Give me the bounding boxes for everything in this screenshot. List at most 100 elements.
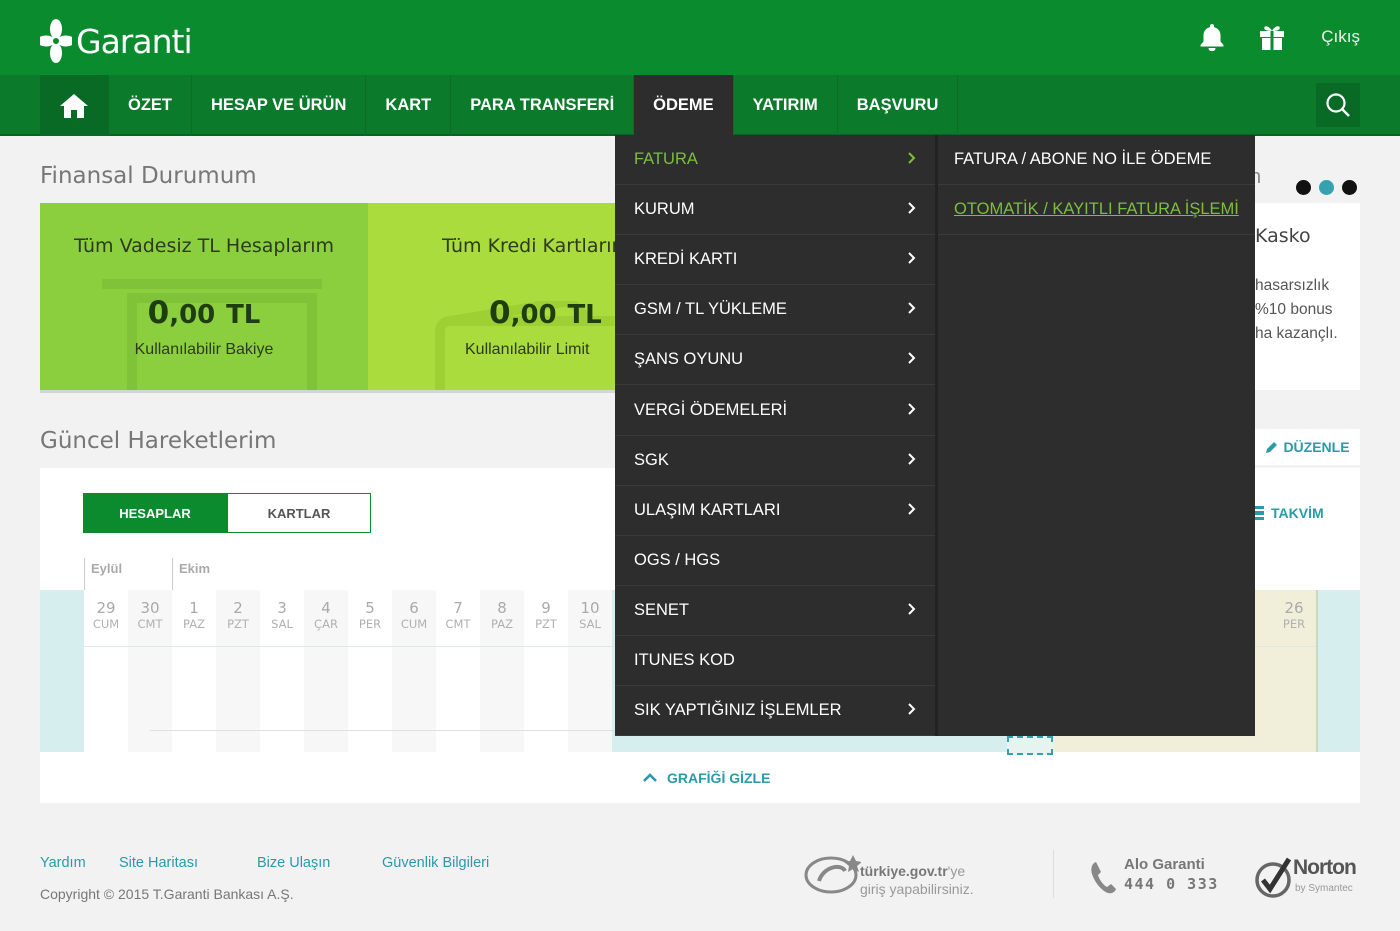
chevron-right-icon bbox=[908, 603, 916, 615]
footer-link-security[interactable]: Güvenlik Bilgileri bbox=[382, 855, 489, 871]
today-marker bbox=[1007, 736, 1053, 755]
tab-hesaplar[interactable]: HESAPLAR bbox=[83, 493, 227, 533]
norton-badge[interactable]: Norton by Symantec bbox=[1255, 856, 1359, 900]
card-subtitle: Kullanılabilir Limit bbox=[465, 341, 590, 358]
carousel-dot[interactable] bbox=[1296, 180, 1311, 195]
dropdown-item[interactable]: OGS / HGS bbox=[615, 536, 935, 586]
search-button[interactable] bbox=[1316, 83, 1360, 127]
edit-button[interactable]: DÜZENLE bbox=[1255, 429, 1360, 465]
nav-ozet[interactable]: ÖZET bbox=[109, 75, 192, 136]
calendar-day[interactable]: 26 PER bbox=[1272, 590, 1316, 646]
calendar-day[interactable]: 8 PAZ bbox=[480, 590, 524, 646]
calendar-day[interactable]: 3 SAL bbox=[260, 590, 304, 646]
dropdown-item[interactable]: VERGİ ÖDEMELERİ bbox=[615, 386, 935, 436]
credit-cards-card[interactable]: Tüm Kredi Kartlarım 0,00 TL Kullanılabil… bbox=[368, 203, 618, 390]
hide-chart-toggle[interactable]: GRAFİĞİ GİZLE bbox=[643, 770, 770, 786]
calendar-day[interactable]: 30 CMT bbox=[128, 590, 172, 646]
nav-home[interactable] bbox=[40, 75, 109, 136]
day-name: PZT bbox=[535, 617, 557, 631]
dropdown-item[interactable]: ITUNES KOD bbox=[615, 636, 935, 686]
nav-basvuru[interactable]: BAŞVURU bbox=[838, 75, 959, 136]
calendar-day[interactable]: 2 PZT bbox=[216, 590, 260, 646]
dropdown-item[interactable]: SENET bbox=[615, 586, 935, 636]
dropdown-item-label: SIK YAPTIĞINIZ İŞLEMLER bbox=[634, 701, 842, 720]
day-number: 7 bbox=[453, 599, 463, 617]
tab-kartlar[interactable]: KARTLAR bbox=[227, 493, 371, 533]
dropdown-item[interactable]: KURUM bbox=[615, 185, 935, 236]
nav-odeme[interactable]: ÖDEME bbox=[634, 75, 734, 136]
promo-line: %10 bonus bbox=[1255, 301, 1333, 318]
day-name: CUM bbox=[400, 617, 428, 631]
norton-check-icon bbox=[1255, 857, 1292, 898]
dropdown-item[interactable]: SIK YAPTIĞINIZ İŞLEMLER bbox=[615, 686, 935, 737]
day-name: PER bbox=[358, 617, 382, 631]
balance-amount: 0,00 TL bbox=[147, 295, 261, 331]
calendar-day[interactable]: 7 CMT bbox=[436, 590, 480, 646]
day-number: 5 bbox=[365, 599, 375, 617]
submenu-otomatik-fatura[interactable]: OTOMATİK / KAYITLI FATURA İŞLEMİ bbox=[938, 185, 1255, 235]
calendar-day[interactable]: 10 SAL bbox=[568, 590, 612, 646]
footer-link-sitemap[interactable]: Site Haritası bbox=[119, 855, 198, 871]
day-number: 1 bbox=[189, 599, 199, 617]
calendar-day[interactable]: 6 CUM bbox=[392, 590, 436, 646]
dropdown-item[interactable]: GSM / TL YÜKLEME bbox=[615, 285, 935, 336]
carousel-dot-active[interactable] bbox=[1319, 180, 1334, 195]
day-number: 29 bbox=[96, 599, 116, 617]
footer-divider bbox=[1053, 850, 1054, 898]
dropdown-item-label: ITUNES KOD bbox=[634, 651, 735, 669]
day-name: CMT bbox=[445, 617, 471, 631]
day-number: 3 bbox=[277, 599, 287, 617]
promo-title: Kasko bbox=[1255, 225, 1311, 247]
payment-submenu: FATURA / ABONE NO İLE ÖDEME OTOMATİK / K… bbox=[935, 135, 1255, 736]
payment-dropdown: FATURA KURUM KREDİ KARTI GSM / TL YÜKLEME ŞA… bbox=[615, 135, 935, 737]
day-name: CUM bbox=[92, 617, 120, 631]
top-bar: Garanti Çıkış bbox=[0, 0, 1400, 75]
garanti-logo[interactable]: Garanti bbox=[37, 18, 193, 64]
dropdown-item[interactable]: ŞANS OYUNU bbox=[615, 335, 935, 386]
footer-link-contact[interactable]: Bize Ulaşın bbox=[257, 855, 330, 871]
vadesiz-accounts-card[interactable]: Tüm Vadesiz TL Hesaplarım 0,00 TL Kullan… bbox=[40, 203, 368, 390]
clover-icon bbox=[37, 18, 75, 64]
chevron-right-icon bbox=[908, 252, 916, 264]
carousel-dot[interactable] bbox=[1342, 180, 1357, 195]
bell-icon[interactable] bbox=[1197, 22, 1227, 52]
calendar-day[interactable]: 29 CUM bbox=[84, 590, 128, 646]
nav-para-transferi[interactable]: PARA TRANSFERİ bbox=[451, 75, 635, 136]
dropdown-item-label: SGK bbox=[634, 450, 669, 469]
day-name: SAL bbox=[271, 617, 293, 631]
dropdown-item[interactable]: KREDİ KARTI bbox=[615, 235, 935, 286]
chevron-right-icon bbox=[908, 502, 916, 515]
dropdown-item-label: FATURA bbox=[634, 150, 698, 168]
month-label: Eylül bbox=[91, 561, 123, 576]
dropdown-item[interactable]: SGK bbox=[615, 436, 935, 486]
dropdown-item-label: VERGİ ÖDEMELERİ bbox=[634, 400, 788, 419]
dropdown-item-label: KURUM bbox=[634, 200, 695, 219]
limit-amount: 0,00 TL bbox=[489, 295, 602, 331]
dropdown-item[interactable]: ULAŞIM KARTLARI bbox=[615, 486, 935, 536]
calendar-day[interactable]: 9 PZT bbox=[524, 590, 568, 646]
nav-kart[interactable]: KART bbox=[366, 75, 452, 136]
calendar-day[interactable]: 1 PAZ bbox=[172, 590, 216, 646]
nav-yatirim[interactable]: YATIRIM bbox=[734, 75, 838, 136]
calendar-button[interactable]: TAKVİM bbox=[1255, 505, 1324, 521]
day-name: ÇAR bbox=[314, 617, 338, 631]
egov-badge[interactable]: türkiye.gov.tr'ye giriş yapabilirsiniz. bbox=[803, 851, 1033, 899]
calendar-day[interactable]: 5 PER bbox=[348, 590, 392, 646]
logout-link[interactable]: Çıkış bbox=[1321, 27, 1360, 47]
month-marker bbox=[84, 558, 85, 590]
divider bbox=[40, 390, 618, 393]
promo-card[interactable]: Kasko hasarsızlık %10 bonus ha kazançlı. bbox=[1255, 203, 1360, 390]
calendar-day[interactable]: 4 ÇAR bbox=[304, 590, 348, 646]
footer-link-help[interactable]: Yardım bbox=[40, 855, 86, 871]
promo-line: hasarsızlık bbox=[1255, 277, 1330, 294]
nav-hesap-ve-urun[interactable]: HESAP VE ÜRÜN bbox=[192, 75, 367, 136]
brand-name: Garanti bbox=[76, 21, 193, 61]
day-name: PAZ bbox=[491, 617, 513, 631]
home-icon bbox=[60, 93, 88, 118]
chevron-right-icon bbox=[908, 352, 916, 365]
norton-subtitle: by Symantec bbox=[1295, 883, 1353, 894]
gift-icon[interactable] bbox=[1257, 22, 1287, 52]
dropdown-item[interactable]: FATURA bbox=[615, 135, 935, 185]
submenu-fatura-abone[interactable]: FATURA / ABONE NO İLE ÖDEME bbox=[938, 135, 1255, 185]
calendar-icon bbox=[1255, 506, 1264, 520]
